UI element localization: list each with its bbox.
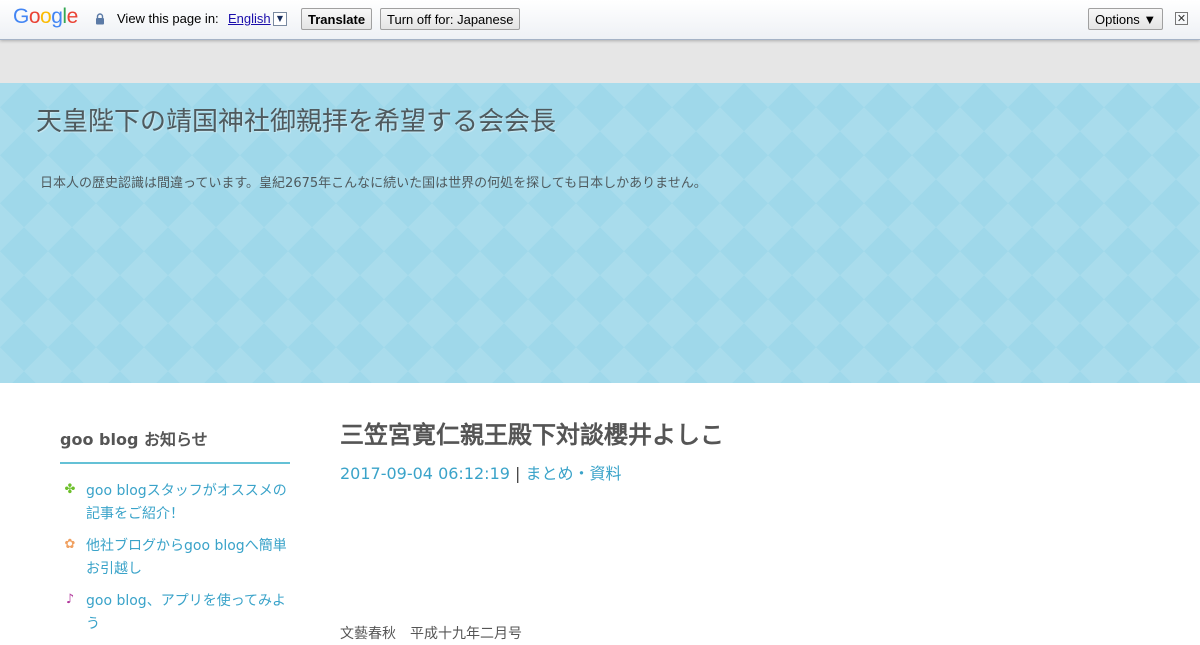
lock-icon [96,13,104,25]
post-datetime[interactable]: 2017-09-04 06:12:19 [340,464,510,483]
notice-list: ✤ goo blogスタッフがオススメの記事をご紹介！ ✿ 他社ブログからgoo… [60,480,290,636]
notice-link[interactable]: goo blog、アプリを使ってみよう [86,593,286,632]
blog-header: 天皇陛下の靖国神社御親拝を希望する会会長 日本人の歴史認識は間違っています。皇紀… [0,83,1200,383]
options-button[interactable]: Options ▼ [1088,8,1164,30]
post-category-link[interactable]: まとめ・資料 [526,464,622,483]
view-page-in-label: View this page in: [117,11,219,26]
translate-bar: Google View this page in: English ▼ Tran… [0,0,1200,40]
post-body-text: 文藝春秋 平成十九年二月号 [340,626,522,642]
sidebar: goo blog お知らせ ✤ goo blogスタッフがオススメの記事をご紹介… [60,420,290,645]
music-note-icon: ♪ [65,592,75,607]
top-strip [0,40,1200,83]
post-meta: 2017-09-04 06:12:19 | まとめ・資料 [340,460,1160,484]
close-icon[interactable]: ✕ [1175,12,1188,25]
meta-separator: | [515,464,521,483]
list-item[interactable]: ♪ goo blog、アプリを使ってみよう [60,590,290,636]
google-logo: Google [13,5,78,28]
sidebar-heading: goo blog お知らせ [60,420,290,464]
flower-icon: ✿ [64,537,76,552]
chevron-down-icon[interactable]: ▼ [273,12,287,26]
main-content: 三笠宮寛仁親王殿下対談櫻井よしこ 2017-09-04 06:12:19 | ま… [340,415,1160,642]
blog-title[interactable]: 天皇陛下の靖国神社御親拝を希望する会会長 [36,101,556,138]
list-item[interactable]: ✿ 他社ブログからgoo blogへ簡単お引越し [60,535,290,581]
translate-button[interactable]: Translate [301,8,373,30]
clover-icon: ✤ [64,482,76,497]
post-title[interactable]: 三笠宮寛仁親王殿下対談櫻井よしこ [340,415,1160,450]
language-select[interactable]: English [228,11,271,26]
notice-link[interactable]: goo blogスタッフがオススメの記事をご紹介！ [86,483,287,522]
list-item[interactable]: ✤ goo blogスタッフがオススメの記事をご紹介！ [60,480,290,526]
notice-link[interactable]: 他社ブログからgoo blogへ簡単お引越し [86,538,287,577]
turn-off-button[interactable]: Turn off for: Japanese [380,8,521,30]
blog-description: 日本人の歴史認識は間違っています。皇紀2675年こんなに続いた国は世界の何処を探… [40,176,707,191]
